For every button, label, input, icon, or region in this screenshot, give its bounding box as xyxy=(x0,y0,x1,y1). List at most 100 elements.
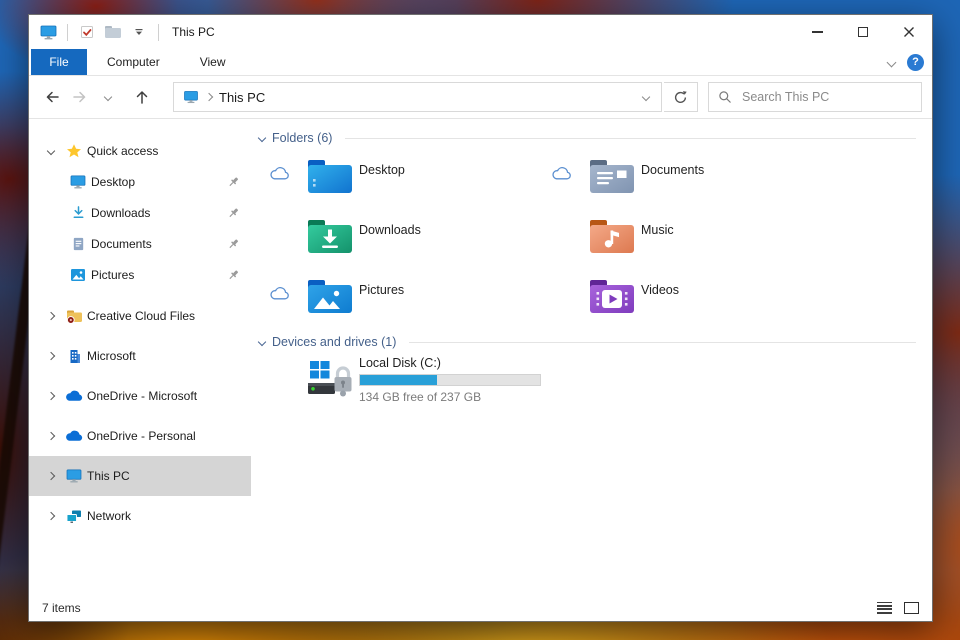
folder-documents-icon xyxy=(588,154,636,198)
local-disk-icon xyxy=(306,357,354,399)
sidebar-item-pictures[interactable]: Pictures xyxy=(29,259,251,290)
folder-tile-pictures[interactable]: Pictures xyxy=(269,273,551,333)
quick-access-toolbar: This PC xyxy=(29,22,215,42)
group-label: Folders (6) xyxy=(272,131,333,145)
chevron-right-icon[interactable] xyxy=(46,511,56,521)
download-arrow-icon xyxy=(69,205,87,221)
breadcrumb-chevron-icon xyxy=(204,92,214,102)
cloud-status-icon xyxy=(269,166,290,181)
up-button[interactable] xyxy=(129,84,155,110)
details-view-button[interactable] xyxy=(877,601,892,614)
chevron-right-icon[interactable] xyxy=(46,311,56,321)
search-field[interactable] xyxy=(708,82,922,112)
monitor-icon xyxy=(69,174,87,190)
address-dropdown-button[interactable] xyxy=(631,83,661,111)
minimize-button[interactable] xyxy=(794,15,840,49)
folder-label: Desktop xyxy=(359,163,405,177)
tab-view-label: View xyxy=(199,55,226,69)
collapse-group-icon[interactable] xyxy=(257,337,267,347)
folder-tile-videos[interactable]: Videos xyxy=(551,273,833,333)
sidebar-item-onedrive-microsoft[interactable]: OneDrive - Microsoft xyxy=(29,376,251,416)
folder-desktop-icon xyxy=(306,154,354,198)
maximize-icon xyxy=(858,27,868,37)
group-header-folders[interactable]: Folders (6) xyxy=(257,129,916,147)
group-rule xyxy=(409,341,916,343)
window-title: This PC xyxy=(172,25,215,39)
sidebar-item-quick-access[interactable]: Quick access xyxy=(29,135,251,166)
folder-label: Pictures xyxy=(359,283,405,297)
help-button[interactable]: ? xyxy=(907,53,924,71)
search-input[interactable] xyxy=(740,89,912,105)
back-button[interactable] xyxy=(39,84,65,110)
sidebar-item-label: Network xyxy=(87,509,132,523)
navigation-pane: Quick access Desktop Downloads Documents… xyxy=(29,117,251,594)
items-count: 7 items xyxy=(42,600,81,615)
large-icons-view-button[interactable] xyxy=(904,601,919,614)
sidebar-item-downloads[interactable]: Downloads xyxy=(29,197,251,228)
monitor-icon xyxy=(65,468,83,484)
drive-info: Local Disk (C:) 134 GB free of 237 GB xyxy=(359,356,541,404)
drive-tile-local-disk-c[interactable]: Local Disk (C:) 134 GB free of 237 GB xyxy=(269,355,916,417)
chevron-right-icon[interactable] xyxy=(46,431,56,441)
minimize-icon xyxy=(811,31,823,33)
tab-view[interactable]: View xyxy=(180,49,246,75)
folder-tile-downloads[interactable]: Downloads xyxy=(269,213,551,273)
folder-label: Downloads xyxy=(359,223,421,237)
sidebar-item-documents[interactable]: Documents xyxy=(29,228,251,259)
tab-file-label: File xyxy=(49,55,69,69)
group-label: Devices and drives (1) xyxy=(272,335,397,349)
drive-capacity-text: 134 GB free of 237 GB xyxy=(359,390,482,404)
sidebar-item-onedrive-personal[interactable]: OneDrive - Personal xyxy=(29,416,251,456)
building-icon xyxy=(65,348,83,364)
cloud-status-icon xyxy=(551,166,572,181)
customize-toolbar-button[interactable] xyxy=(129,22,149,42)
refresh-button[interactable] xyxy=(664,82,698,112)
chevron-right-icon[interactable] xyxy=(46,391,56,401)
sidebar-item-label: Documents xyxy=(91,236,152,251)
pin-icon[interactable] xyxy=(227,268,240,281)
sidebar-item-microsoft[interactable]: Microsoft xyxy=(29,336,251,376)
maximize-button[interactable] xyxy=(840,15,886,49)
star-icon xyxy=(65,143,83,159)
address-bar[interactable]: This PC xyxy=(173,82,662,112)
group-rule xyxy=(345,137,916,139)
folder-downloads-icon xyxy=(306,214,354,258)
close-button[interactable] xyxy=(886,15,932,49)
forward-button[interactable] xyxy=(67,84,93,110)
sidebar-item-label: Creative Cloud Files xyxy=(87,309,196,323)
sidebar-item-desktop[interactable]: Desktop xyxy=(29,166,251,197)
new-folder-button[interactable] xyxy=(103,22,123,42)
collapse-group-icon[interactable] xyxy=(257,133,267,143)
properties-button[interactable] xyxy=(77,22,97,42)
expand-ribbon-icon[interactable] xyxy=(886,57,897,67)
title-bar[interactable]: This PC xyxy=(29,15,932,49)
sidebar-item-this-pc[interactable]: This PC xyxy=(29,456,251,496)
folder-tile-documents[interactable]: Documents xyxy=(551,153,833,213)
network-icon xyxy=(65,508,83,524)
content-pane: Folders (6) Desktop Documents Downloads … xyxy=(251,117,932,594)
group-header-devices[interactable]: Devices and drives (1) xyxy=(257,333,916,351)
tab-computer[interactable]: Computer xyxy=(87,49,180,75)
folder-tile-desktop[interactable]: Desktop xyxy=(269,153,551,213)
creative-cloud-folder-icon xyxy=(65,308,83,324)
tab-file[interactable]: File xyxy=(31,49,87,75)
folder-label: Documents xyxy=(641,163,705,177)
chevron-right-icon[interactable] xyxy=(46,471,56,481)
folder-tile-music[interactable]: Music xyxy=(551,213,833,273)
pin-icon[interactable] xyxy=(227,175,240,188)
recent-locations-button[interactable] xyxy=(95,84,121,110)
sidebar-item-creative-cloud-files[interactable]: Creative Cloud Files xyxy=(29,296,251,336)
folder-pictures-icon xyxy=(306,274,354,318)
sidebar-item-label: Pictures xyxy=(91,267,135,282)
pin-icon[interactable] xyxy=(227,237,240,250)
breadcrumb-location[interactable]: This PC xyxy=(219,90,265,105)
onedrive-cloud-icon xyxy=(65,428,83,444)
drive-label: Local Disk (C:) xyxy=(359,356,441,370)
sidebar-item-label: This PC xyxy=(87,469,130,483)
chevron-down-icon[interactable] xyxy=(46,146,56,155)
pin-icon[interactable] xyxy=(227,206,240,219)
sidebar-item-network[interactable]: Network xyxy=(29,496,251,536)
breadcrumb[interactable]: This PC xyxy=(174,83,631,111)
onedrive-cloud-icon xyxy=(65,388,83,404)
chevron-right-icon[interactable] xyxy=(46,351,56,361)
